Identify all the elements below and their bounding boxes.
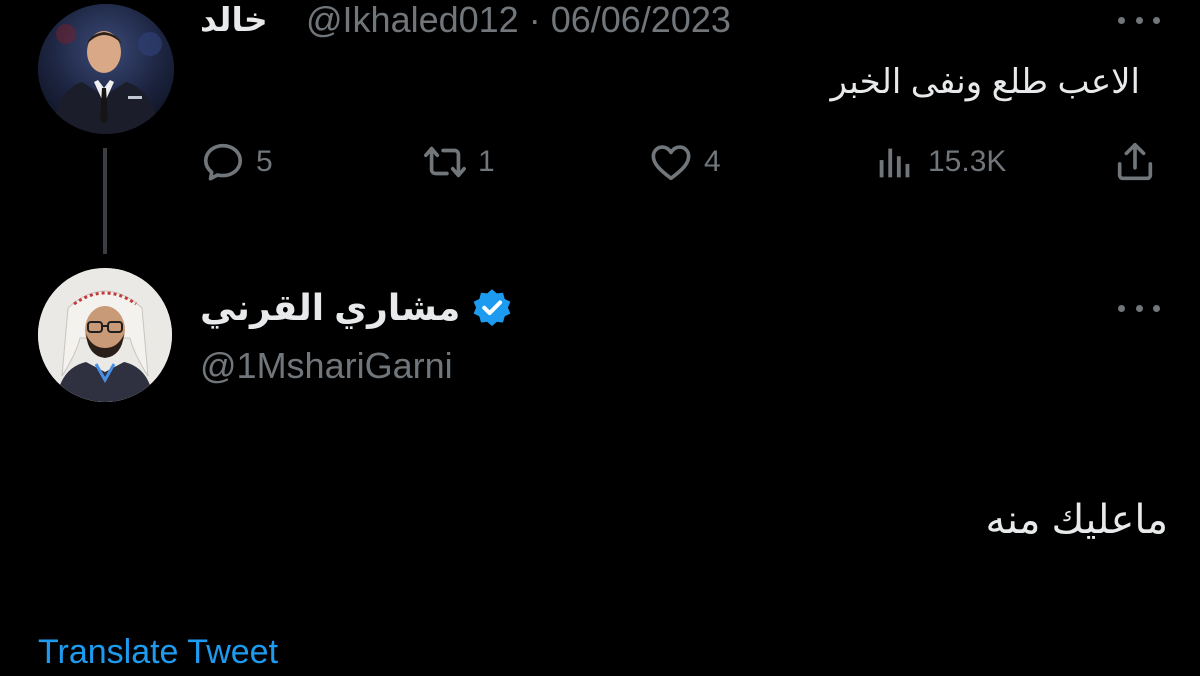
reply-button[interactable]: 5: [200, 136, 273, 188]
tweet1-handle-and-date[interactable]: @Ikhaled012 · 06/06/2023: [306, 0, 731, 40]
tweet2-text: ماعليك منه: [985, 498, 1168, 542]
profile-photo-icon: [38, 268, 172, 402]
profile-photo-icon: [38, 4, 174, 134]
translate-tweet-link[interactable]: Translate Tweet: [38, 628, 278, 676]
more-options-icon[interactable]: [1118, 10, 1160, 30]
avatar-ikhaled012[interactable]: [38, 4, 174, 134]
analytics-icon: [879, 148, 910, 178]
more-options-icon[interactable]: [1118, 298, 1160, 318]
views-button[interactable]: 15.3K: [872, 136, 1006, 188]
thread-connector-line: [103, 148, 107, 254]
share-icon: [1117, 142, 1153, 181]
tweet2-handle[interactable]: @1MshariGarni: [200, 342, 453, 390]
tweet1-display-name[interactable]: خالد: [200, 0, 268, 40]
like-count: 4: [704, 145, 721, 178]
avatar-1msharigarni[interactable]: [38, 268, 172, 402]
like-button[interactable]: 4: [648, 136, 721, 188]
share-button[interactable]: [1112, 136, 1158, 188]
tweet2-display-name[interactable]: مشاري القرني: [200, 284, 460, 332]
heart-icon: [651, 145, 691, 181]
verified-badge-icon[interactable]: [470, 286, 514, 330]
retweet-button[interactable]: 1: [422, 136, 495, 188]
views-count: 15.3K: [928, 145, 1007, 178]
retweet-count: 1: [478, 145, 495, 178]
reply-count: 5: [256, 145, 273, 178]
retweet-icon: [424, 146, 466, 178]
reply-icon: [203, 143, 243, 181]
tweet1-text: الاعب طلع ونفى الخبر: [830, 63, 1140, 101]
tweet2-name-row[interactable]: مشاري القرني: [200, 284, 514, 332]
